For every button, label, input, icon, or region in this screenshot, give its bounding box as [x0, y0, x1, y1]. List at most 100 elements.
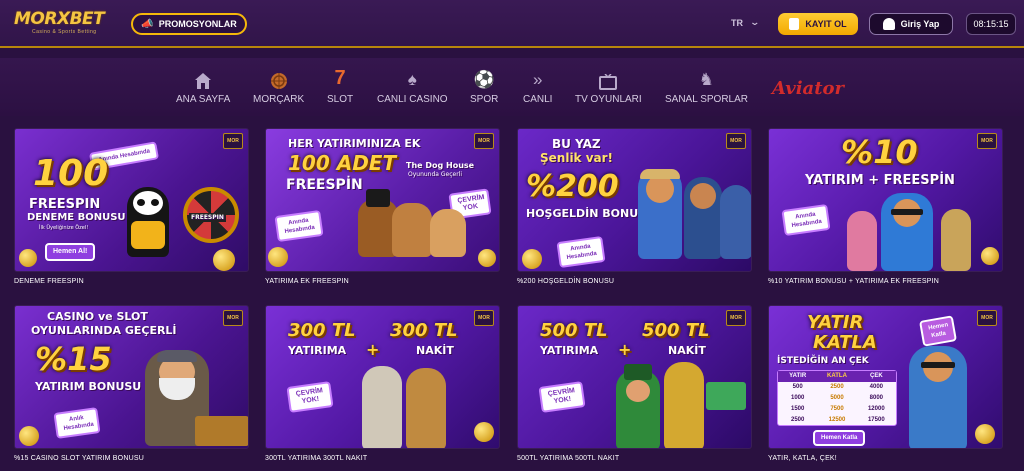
miner-figure — [909, 346, 967, 448]
promo-card[interactable]: MOR %10 YATIRIM + FREESPİN Anında Hesabı… — [768, 128, 1003, 285]
banner-line: YATIRIM BONUSU — [35, 380, 142, 393]
language-label: TR — [731, 17, 743, 28]
coin — [975, 424, 995, 444]
banner-line: NAKİT — [668, 344, 706, 357]
payout-cell: 12000 — [867, 406, 885, 412]
brand-badge: MOR — [977, 310, 997, 326]
nav-label-sport: SPOR — [470, 94, 499, 105]
dog-figure — [430, 209, 466, 257]
promo-card[interactable]: MOR Anında Hesabında 100 FREESPIN DENEME… — [14, 128, 249, 285]
ball-icon: ⚽ — [473, 70, 495, 89]
payout-row: 500 2500 4000 — [778, 382, 896, 393]
coin — [474, 422, 494, 442]
banner-big-number: %10 — [841, 133, 918, 171]
instant-pill: Anlık Hesabında — [53, 407, 101, 439]
payout-col-header: ÇEK — [869, 373, 883, 379]
get-now-button[interactable]: Hemen Al! — [45, 243, 96, 261]
nav-label-morcark: MORÇARK — [253, 94, 305, 105]
banner-line: YATIRIMA — [540, 344, 599, 357]
banner-line: FREESPIN — [29, 197, 101, 212]
banner-big-number: YATIR — [807, 312, 864, 333]
register-button[interactable]: KAYIT OL — [778, 13, 858, 35]
payout-table: YATIR KATLA ÇEK 500 2500 4000 1000 5000 … — [777, 370, 897, 426]
coin — [19, 249, 37, 267]
coin — [981, 247, 999, 265]
woman-figure — [847, 211, 877, 271]
horse-icon: ♞ — [698, 70, 715, 89]
nav-item-sport[interactable]: ⚽ SPOR — [470, 70, 498, 105]
payout-cell: 5000 — [830, 395, 844, 401]
logo-text: MORXBET — [14, 9, 105, 29]
promo-card[interactable]: MOR 300 TL YATIRIMA + 300 TL NAKİT ÇEVRİ… — [265, 305, 500, 462]
nav-label-tv-games: TV OYUNLARI — [575, 94, 642, 105]
payout-cell: 7500 — [830, 406, 844, 412]
plus-sign: + — [366, 340, 380, 359]
user-icon — [882, 18, 895, 30]
register-label: KAYIT OL — [805, 19, 847, 29]
no-wager-pill: ÇEVRİM YOK! — [538, 381, 586, 413]
cash-stack — [706, 382, 746, 410]
double-chevron-icon: » — [532, 70, 543, 89]
nav-item-virtual-sports[interactable]: ♞ SANAL SPORLAR — [665, 70, 748, 105]
card-title: YATIRIMA EK FREESPIN — [265, 278, 349, 285]
banner-line: Oyununda Geçerli — [408, 171, 463, 178]
header: MORXBET Casino & Sports Betting 📣 PROMOS… — [0, 0, 1024, 48]
banner-big-number: KATLA — [813, 332, 877, 353]
nav-label-live-casino: CANLI CASINO — [377, 94, 448, 105]
promotions-button[interactable]: 📣 PROMOSYONLAR — [131, 13, 247, 35]
promo-card[interactable]: MOR CASINO ve SLOT OYUNLARINDA GEÇERLİ %… — [14, 305, 249, 462]
nav-label-live: CANLI — [523, 94, 553, 105]
language-selector[interactable]: TR ⌄ — [731, 17, 760, 28]
banner-big-number: 500 TL — [642, 320, 710, 341]
dog-figure — [392, 203, 432, 257]
man-figure — [881, 193, 933, 271]
payout-table-header: YATIR KATLA ÇEK — [778, 371, 896, 382]
card-title: 300TL YATIRIMA 300TL NAKIT — [265, 455, 368, 462]
tv-icon — [599, 70, 618, 90]
pharaoh-figure — [664, 362, 704, 448]
clock: 08:15:15 — [966, 13, 1016, 35]
man-figure — [684, 177, 722, 259]
banner-line: NAKİT — [416, 344, 454, 357]
payout-cell: 8000 — [869, 395, 883, 401]
card-title: YATIR, KATLA, ÇEK! — [768, 455, 837, 462]
woman-figure — [406, 368, 446, 448]
instant-pill: Anında Hesabında — [781, 203, 831, 237]
nav-item-home[interactable]: ANA SAYFA — [176, 70, 230, 105]
coin — [213, 249, 235, 271]
logo[interactable]: MORXBET Casino & Sports Betting — [14, 10, 106, 38]
promo-card[interactable]: MOR YATIR KATLA İSTEDİĞİN AN ÇEK Hemen K… — [768, 305, 1003, 462]
nav-item-live[interactable]: » CANLI — [523, 70, 552, 105]
banner-line: FREESPİN — [286, 177, 363, 193]
promo-card[interactable]: MOR BU YAZ Şenlik var! %200 HOŞGELDİN BO… — [517, 128, 752, 285]
no-wager-pill: ÇEVRİM YOK! — [286, 381, 334, 413]
brand-badge: MOR — [223, 310, 243, 326]
nav-item-tv-games[interactable]: TV OYUNLARI — [575, 70, 642, 105]
payout-row: 2500 12500 17500 — [778, 415, 896, 426]
banner-big-number: 300 TL — [288, 320, 356, 341]
promo-banner: MOR HER YATIRIMINIZA EK 100 ADET FREESPİ… — [265, 128, 500, 272]
logo-tagline: Casino & Sports Betting — [32, 29, 97, 35]
man-figure — [638, 169, 682, 259]
instant-pill: Anında Hesabında — [556, 235, 606, 269]
payout-row: 1500 7500 12000 — [778, 404, 896, 415]
double-now-button[interactable]: Hemen Katla — [813, 430, 866, 446]
aviator-link[interactable]: Aviator — [772, 78, 844, 99]
payout-cell: 1500 — [790, 406, 805, 412]
promo-card[interactable]: MOR HER YATIRIMINIZA EK 100 ADET FREESPİ… — [265, 128, 500, 285]
promo-card[interactable]: MOR 500 TL YATIRIMA + 500 TL NAKİT ÇEVRİ… — [517, 305, 752, 462]
nav-item-live-casino[interactable]: ♠ CANLI CASINO — [377, 70, 448, 105]
login-button[interactable]: Giriş Yap — [869, 13, 953, 35]
payout-col-header: KATLA — [827, 373, 847, 379]
card-title: %200 HOŞGELDİN BONUSU — [517, 278, 615, 285]
banner-big-number: 100 ADET — [288, 151, 397, 175]
brand-badge: MOR — [474, 310, 494, 326]
nav-item-slot[interactable]: 7 SLOT — [327, 67, 353, 105]
panda-figure — [127, 187, 169, 257]
banner-line: YATIRIMA — [288, 344, 347, 357]
banner-big-number: %200 — [526, 169, 619, 204]
seven-icon: 7 — [334, 67, 346, 89]
promotions-label: PROMOSYONLAR — [158, 19, 237, 29]
promo-banner: MOR YATIR KATLA İSTEDİĞİN AN ÇEK Hemen K… — [768, 305, 1003, 449]
nav-item-morcark[interactable]: MORÇARK — [253, 70, 304, 105]
